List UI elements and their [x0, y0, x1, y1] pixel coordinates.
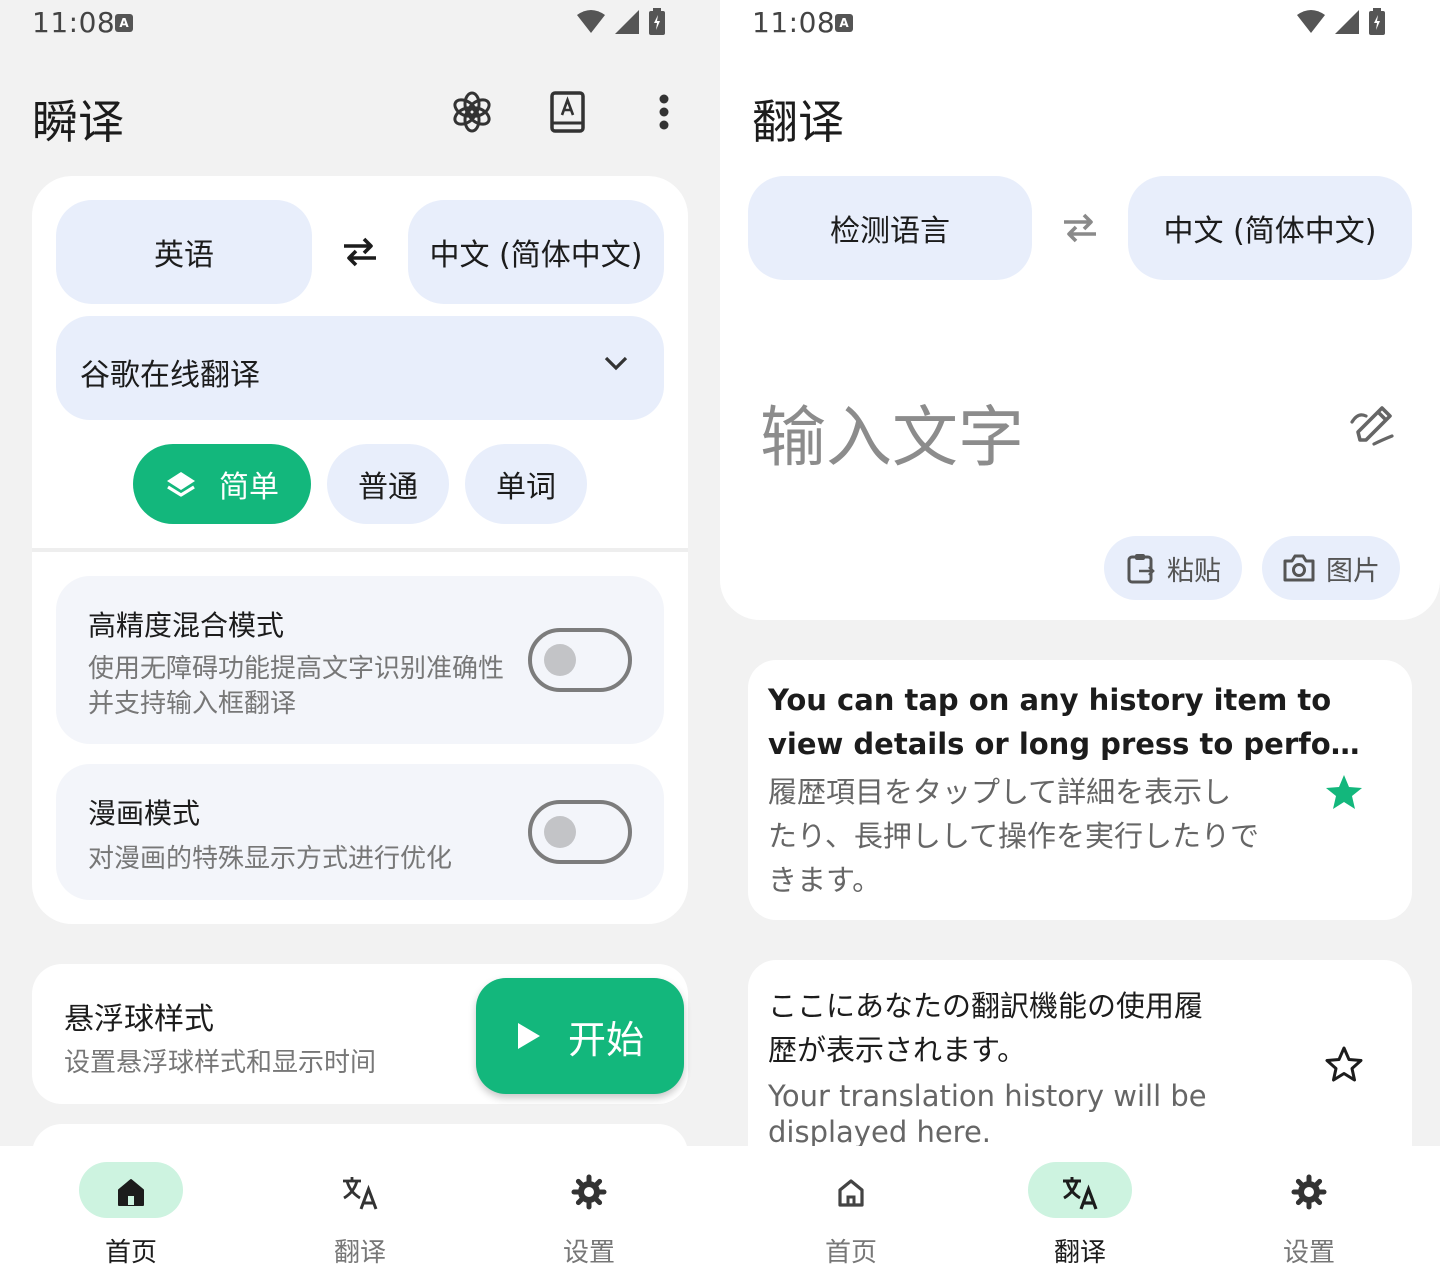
status-icons: [1296, 8, 1386, 36]
history-source-line2: view details or long press to perfo…: [768, 727, 1360, 761]
comic-mode-title: 漫画模式: [88, 797, 201, 830]
translate-icon: [343, 1177, 378, 1210]
hybrid-mode-desc-line1: 使用无障碍功能提高文字识别准确性: [88, 654, 505, 684]
hybrid-mode-title: 高精度混合模式: [88, 609, 285, 642]
nav-home[interactable]: 首页: [51, 1162, 211, 1272]
paste-label: 粘贴: [1167, 555, 1221, 587]
chatgpt-button[interactable]: [440, 80, 504, 144]
nav-home-label: 首页: [824, 1238, 877, 1268]
signal-icon: [1335, 10, 1359, 34]
comic-mode-desc: 对漫画的特殊显示方式进行优化: [88, 844, 453, 874]
mode-normal-chip[interactable]: 普通: [327, 444, 449, 524]
dictionary-icon: [550, 91, 585, 133]
history-target-line2: たり、長押しして操作を実行したりで: [768, 819, 1259, 853]
status-time: 11:08: [32, 6, 116, 39]
toggle-knob: [544, 644, 576, 676]
swap-languages-button[interactable]: [1048, 204, 1112, 252]
divider: [32, 548, 688, 552]
paste-button[interactable]: 粘贴: [1104, 536, 1242, 600]
nav-settings[interactable]: 设置: [509, 1162, 669, 1272]
star-outline-icon: [1325, 1046, 1363, 1082]
handwriting-button[interactable]: [1340, 392, 1404, 456]
home-icon: [118, 1179, 144, 1206]
history-source-line1: ここにあなたの翻訳機能の使用履: [768, 989, 1204, 1023]
nav-translate[interactable]: 翻译: [280, 1162, 440, 1272]
target-language-button[interactable]: 中文 (简体中文): [1128, 176, 1412, 280]
engine-select[interactable]: 谷歌在线翻译: [56, 316, 664, 420]
history-target-line1: 履歴項目をタップして詳細を表示し: [768, 775, 1232, 809]
comic-mode-toggle[interactable]: [528, 800, 632, 864]
swap-icon: [344, 237, 376, 267]
translate-screen: 11:08 A 翻译 检测语言 中文 (简体中文) 输入文字 粘贴 图片 You…: [720, 0, 1440, 1280]
gear-icon: [571, 1174, 607, 1210]
clipboard-icon: [1127, 554, 1155, 584]
nav-translate[interactable]: 翻译: [1000, 1162, 1160, 1272]
history-source-line2: 歴が表示されます。: [768, 1033, 1027, 1067]
status-icons: [576, 8, 666, 36]
bottom-navigation: 首页 翻译 设置: [0, 1146, 720, 1280]
nav-home[interactable]: 首页: [771, 1162, 931, 1272]
float-ball-desc: 设置悬浮球样式和显示时间: [64, 1048, 377, 1078]
status-a-badge: A: [115, 14, 133, 32]
battery-icon: [1369, 8, 1385, 35]
history-target-line3: きます。: [768, 863, 882, 897]
mode-simple-label: 简单: [219, 470, 279, 505]
hybrid-mode-toggle[interactable]: [528, 628, 632, 692]
gear-icon: [1291, 1174, 1327, 1210]
text-input[interactable]: 输入文字: [760, 384, 1024, 480]
hybrid-mode-setting[interactable]: 高精度混合模式 使用无障碍功能提高文字识别准确性 并支持输入框翻译: [56, 576, 664, 744]
image-button[interactable]: 图片: [1262, 536, 1400, 600]
nav-settings-label: 设置: [562, 1238, 615, 1268]
wifi-icon: [577, 10, 605, 33]
nav-translate-label: 翻译: [1053, 1238, 1106, 1268]
favorite-button[interactable]: [1316, 764, 1372, 820]
history-item[interactable]: You can tap on any history item to view …: [748, 660, 1412, 920]
wifi-icon: [1297, 10, 1325, 33]
favorite-button[interactable]: [1316, 1036, 1372, 1092]
target-language-button[interactable]: 中文 (简体中文): [408, 200, 664, 304]
engine-label: 谷歌在线翻译: [80, 358, 260, 393]
layers-icon: [167, 472, 195, 497]
status-a-badge: A: [835, 14, 853, 32]
chevron-down-icon: [604, 356, 628, 371]
nav-settings-label: 设置: [1282, 1238, 1335, 1268]
mode-word-chip[interactable]: 单词: [465, 444, 587, 524]
chatgpt-icon: [453, 91, 491, 133]
app-title: 瞬译: [32, 95, 124, 149]
more-vert-icon: [659, 94, 669, 130]
dictionary-button[interactable]: [536, 80, 600, 144]
home-outline-icon: [838, 1179, 864, 1207]
camera-icon: [1283, 554, 1315, 582]
comic-mode-setting[interactable]: 漫画模式 对漫画的特殊显示方式进行优化: [56, 764, 664, 900]
translate-settings-card: 英语 中文 (简体中文) 谷歌在线翻译 简单 普通 单词 高精度混合模式 使用无…: [32, 176, 688, 924]
float-ball-title: 悬浮球样式: [64, 1002, 214, 1037]
draw-icon: [1350, 406, 1394, 446]
bottom-navigation: 首页 翻译 设置: [720, 1146, 1440, 1280]
swap-languages-button[interactable]: [328, 228, 392, 276]
history-source-line1: You can tap on any history item to: [768, 683, 1332, 717]
hybrid-mode-desc-line2: 并支持输入框翻译: [88, 689, 297, 719]
image-label: 图片: [1326, 555, 1380, 587]
home-screen: 11:08 A 瞬译 英语 中文 (简体中文) 谷歌在线翻译 简单 普通 单词 …: [0, 0, 720, 1280]
nav-translate-label: 翻译: [333, 1238, 386, 1268]
more-options-button[interactable]: [632, 80, 696, 144]
start-fab[interactable]: 开始: [476, 978, 684, 1094]
status-time: 11:08: [752, 6, 836, 39]
toggle-knob: [544, 816, 576, 848]
source-language-button[interactable]: 检测语言: [748, 176, 1032, 280]
translate-icon: [1063, 1177, 1098, 1210]
nav-settings[interactable]: 设置: [1229, 1162, 1389, 1272]
star-filled-icon: [1326, 775, 1362, 809]
signal-icon: [615, 10, 639, 34]
source-language-button[interactable]: 英语: [56, 200, 312, 304]
start-fab-label: 开始: [567, 1017, 644, 1062]
mode-simple-chip[interactable]: 简单: [133, 444, 311, 524]
battery-icon: [649, 8, 665, 35]
screen-title: 翻译: [752, 95, 844, 149]
nav-home-label: 首页: [104, 1238, 157, 1268]
play-icon: [517, 1023, 540, 1049]
swap-icon: [1064, 213, 1096, 243]
